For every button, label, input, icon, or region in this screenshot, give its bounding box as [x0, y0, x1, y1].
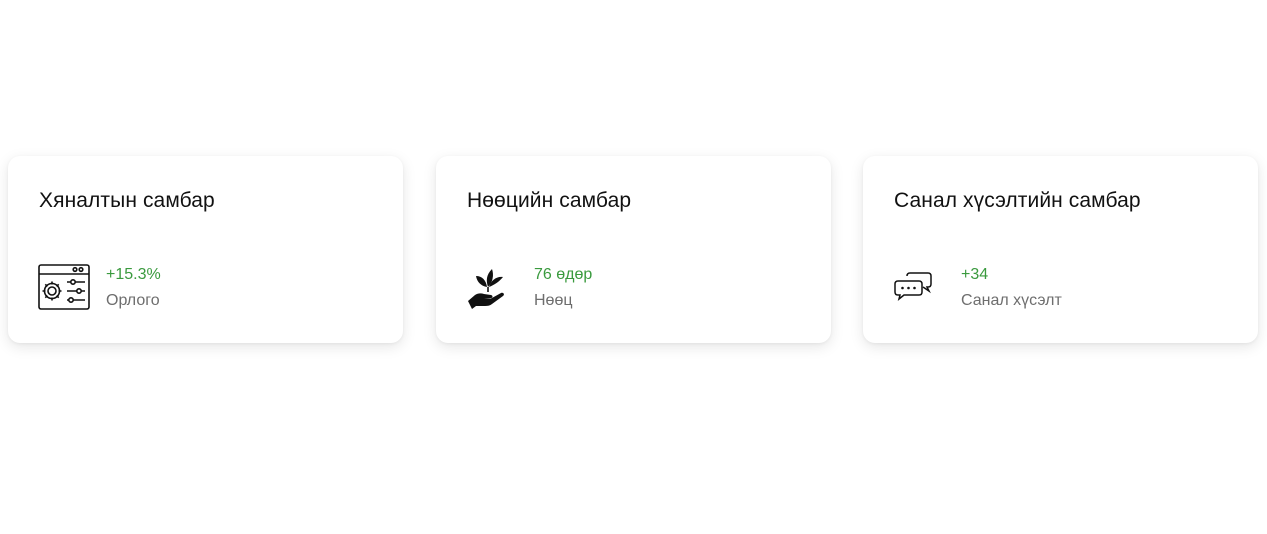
- stat-value: 76 өдөр: [534, 266, 593, 283]
- card-title: Хяналтын самбар: [39, 189, 215, 212]
- chat-bubbles-icon: [893, 263, 947, 311]
- plant-hand-icon: [466, 263, 520, 311]
- stat-block: +34 Санал хүсэлт: [961, 265, 1062, 311]
- feedback-dashboard-card[interactable]: Санал хүсэлтийн самбар +34 Санал хүсэлт: [863, 156, 1258, 343]
- stat-block: +15.3% Орлого: [106, 265, 161, 311]
- stat-label: Орлого: [106, 292, 160, 309]
- stat-value: +34: [961, 266, 989, 283]
- dashboard-settings-icon: [38, 263, 92, 311]
- stat-label: Нөөц: [534, 292, 573, 309]
- card-title: Санал хүсэлтийн самбар: [894, 189, 1141, 212]
- stat-block: 76 өдөр Нөөц: [534, 265, 592, 311]
- control-dashboard-card[interactable]: Хяналтын самбар +15.3% Орлого: [8, 156, 403, 343]
- stat-label: Санал хүсэлт: [961, 292, 1062, 309]
- stat-value: +15.3%: [106, 266, 161, 283]
- resource-dashboard-card[interactable]: Нөөцийн самбар 76 өдөр Нөөц: [436, 156, 831, 343]
- dashboard-cards: Хяналтын самбар +15.3% Орлого Нөөцийн са…: [8, 156, 1258, 343]
- card-title: Нөөцийн самбар: [467, 189, 632, 212]
